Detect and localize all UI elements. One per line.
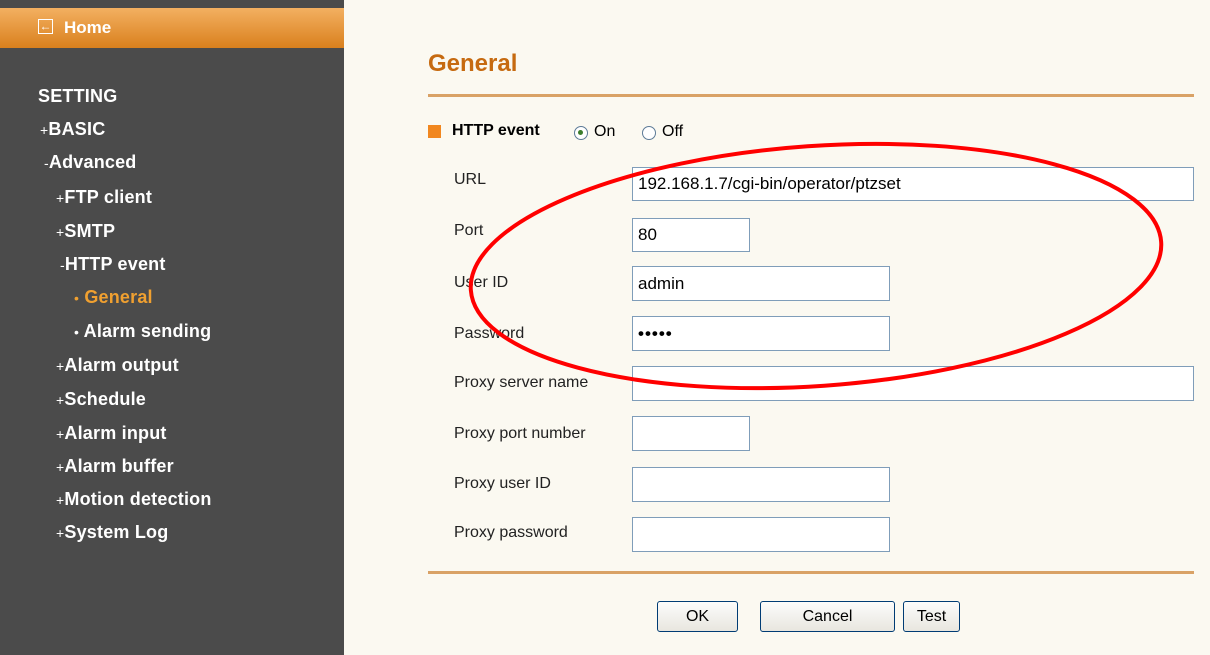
proxy-server-name-label: Proxy server name <box>454 374 589 391</box>
cancel-button[interactable]: Cancel <box>760 601 895 632</box>
sidebar: ← Home SETTING +BASIC -Advanced +FTP cli… <box>0 0 344 655</box>
http-event-on-radio[interactable] <box>574 126 588 140</box>
sidebar-item-alarm-sending[interactable]: • Alarm sending <box>74 321 211 342</box>
sidebar-item-schedule[interactable]: +Schedule <box>56 389 146 410</box>
ok-button[interactable]: OK <box>657 601 738 632</box>
form-divider <box>428 571 1194 574</box>
page-title: General <box>428 50 518 77</box>
home-label: Home <box>64 18 112 37</box>
http-event-label: HTTP event <box>452 122 540 139</box>
password-input[interactable]: ••••• <box>632 316 890 351</box>
proxy-password-input[interactable] <box>632 517 890 552</box>
sidebar-item-ftp-client[interactable]: +FTP client <box>56 187 152 208</box>
proxy-server-name-input[interactable] <box>632 366 1194 401</box>
proxy-password-label: Proxy password <box>454 524 568 541</box>
port-label: Port <box>454 222 484 239</box>
port-input[interactable]: 80 <box>632 218 750 252</box>
proxy-user-id-label: Proxy user ID <box>454 475 551 492</box>
sidebar-item-alarm-output[interactable]: +Alarm output <box>56 355 179 376</box>
sidebar-heading-setting: SETTING <box>38 86 118 106</box>
password-label: Password <box>454 325 525 342</box>
sidebar-item-alarm-buffer[interactable]: +Alarm buffer <box>56 456 174 477</box>
http-event-on-label: On <box>594 123 616 140</box>
home-button[interactable]: ← Home <box>0 8 344 48</box>
http-event-off-radio[interactable] <box>642 126 656 140</box>
sidebar-item-advanced[interactable]: -Advanced <box>44 152 137 173</box>
user-id-input[interactable]: admin <box>632 266 890 301</box>
sidebar-item-basic[interactable]: +BASIC <box>40 119 105 140</box>
back-arrow-icon: ← <box>38 19 53 34</box>
sidebar-item-smtp[interactable]: +SMTP <box>56 221 115 242</box>
proxy-port-number-input[interactable] <box>632 416 750 451</box>
sidebar-item-alarm-input[interactable]: +Alarm input <box>56 423 167 444</box>
user-id-label: User ID <box>454 274 509 291</box>
sidebar-item-general[interactable]: • General <box>74 287 153 308</box>
sidebar-item-motion-detection[interactable]: +Motion detection <box>56 489 212 510</box>
proxy-port-number-label: Proxy port number <box>454 425 586 442</box>
url-label: URL <box>454 171 487 188</box>
sidebar-item-system-log[interactable]: +System Log <box>56 522 168 543</box>
sidebar-item-http-event[interactable]: -HTTP event <box>60 254 166 275</box>
http-event-off-label: Off <box>662 123 684 140</box>
proxy-user-id-input[interactable] <box>632 467 890 502</box>
section-marker-icon <box>428 125 441 138</box>
test-button[interactable]: Test <box>903 601 960 632</box>
title-divider <box>428 94 1194 97</box>
url-input[interactable]: 192.168.1.7/cgi-bin/operator/ptzset <box>632 167 1194 201</box>
